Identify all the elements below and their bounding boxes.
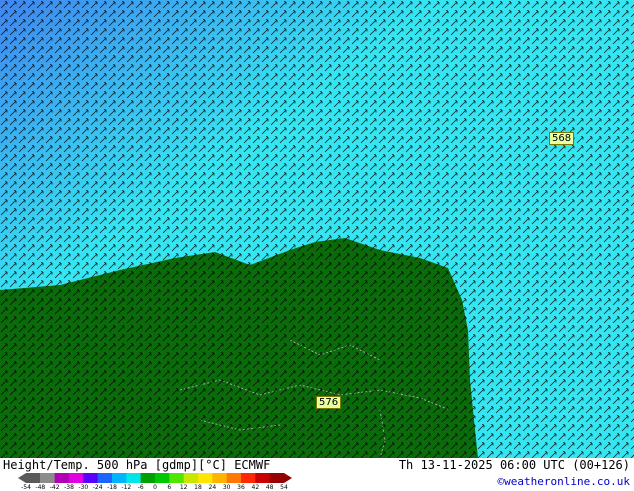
credit-link[interactable]: ©weatheronline.co.uk bbox=[498, 475, 630, 488]
colorbar-segment bbox=[69, 473, 84, 483]
colorbar-segment bbox=[54, 473, 70, 483]
colorbar-segment bbox=[97, 473, 113, 483]
contour-label-576: 576 bbox=[316, 396, 342, 409]
colorbar-segment bbox=[212, 473, 228, 483]
colorbar-segment bbox=[183, 473, 199, 483]
temperature-colorbar bbox=[18, 473, 292, 483]
wind-barbs bbox=[0, 0, 634, 458]
colorbar-segment bbox=[169, 473, 185, 483]
colorbar-segment bbox=[18, 473, 41, 483]
colorbar-segment bbox=[126, 473, 142, 483]
contour-label-568: 568 bbox=[549, 132, 575, 145]
colorbar-segment bbox=[255, 473, 271, 483]
map-title: Height/Temp. 500 hPa [gdmp][°C] ECMWF bbox=[3, 458, 271, 472]
map-canvas bbox=[0, 0, 634, 458]
colorbar-segment bbox=[112, 473, 127, 483]
colorbar-segment bbox=[269, 473, 292, 483]
colorbar-segment bbox=[198, 473, 213, 483]
colorbar-segment bbox=[140, 473, 156, 483]
colorbar-segment bbox=[40, 473, 56, 483]
weather-map: 568 576 bbox=[0, 0, 634, 458]
colorbar-segment bbox=[226, 473, 242, 483]
colorbar-segment bbox=[83, 473, 99, 483]
colorbar-segment bbox=[155, 473, 170, 483]
map-footer: Height/Temp. 500 hPa [gdmp][°C] ECMWF Th… bbox=[0, 458, 634, 491]
valid-time: Th 13-11-2025 06:00 UTC (00+126) bbox=[398, 458, 630, 472]
colorbar-segment bbox=[241, 473, 256, 483]
